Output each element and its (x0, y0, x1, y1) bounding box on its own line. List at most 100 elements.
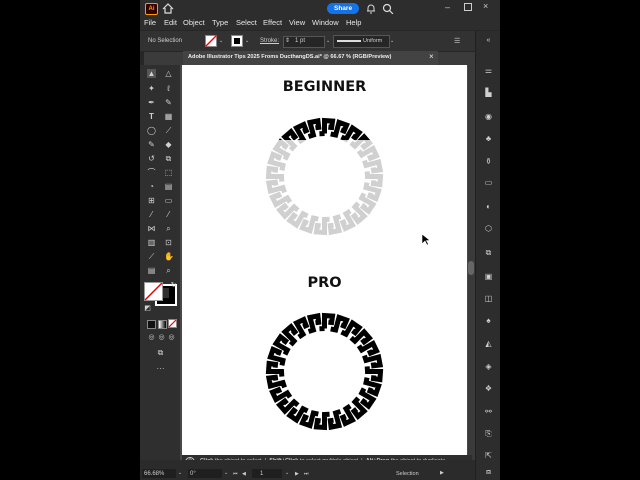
zoom-dropdown-icon[interactable]: ⌄ (178, 470, 182, 476)
last-artboard-icon[interactable]: ⏭ (304, 471, 309, 477)
zoom-tool-icon[interactable]: ⌕ (164, 266, 173, 275)
blend-tool-icon[interactable]: ⋈ (147, 224, 156, 233)
column-graph-tool-icon[interactable]: ▥ (147, 238, 156, 247)
stroke-label[interactable]: Stroke: (260, 38, 279, 44)
shape-builder-tool-icon[interactable]: ◔ (147, 182, 156, 191)
scrollbar-thumb[interactable] (468, 261, 474, 275)
close-window-button[interactable]: × (483, 1, 488, 11)
rotate-view-value[interactable]: 0° (190, 471, 196, 477)
stroke-dropdown-icon[interactable]: ⌄ (245, 38, 249, 44)
control-menu-icon[interactable]: ☰ (454, 37, 460, 45)
screen-mode-icon[interactable]: ⧉ (156, 348, 165, 357)
direct-selection-tool-icon[interactable]: △ (164, 69, 173, 78)
collapse-panels-icon[interactable]: « (483, 35, 494, 46)
gradient-tool-icon[interactable]: ▭ (164, 196, 173, 205)
shaper-tool-icon[interactable]: ✎ (147, 140, 156, 149)
prev-artboard-icon[interactable]: ◀ (242, 471, 246, 477)
selection-tool-icon[interactable]: ▲ (147, 69, 156, 78)
brushes-panel-icon[interactable]: ⚱ (483, 156, 494, 167)
appearance-panel-icon[interactable]: ◐ (483, 201, 494, 212)
rotate-dropdown-icon[interactable]: ⌄ (224, 470, 228, 476)
maximize-button[interactable] (464, 3, 472, 11)
symbol-sprayer-tool-icon[interactable]: ⌕ (164, 224, 173, 233)
artboards-panel-icon[interactable]: ❖ (483, 383, 494, 394)
print-tiling-tool-icon[interactable]: ▤ (147, 266, 156, 275)
swatches-panel-icon[interactable]: ♣ (483, 133, 494, 144)
stroke-stepper-icon[interactable]: ⇕ (285, 37, 290, 44)
curvature-tool-icon[interactable]: ✎ (164, 98, 173, 107)
menu-file[interactable]: File (144, 18, 156, 27)
magic-wand-tool-icon[interactable]: ✦ (147, 84, 156, 93)
links-panel-icon[interactable]: ⚯ (483, 406, 494, 417)
3d-panel-icon[interactable]: ⬡ (483, 223, 494, 234)
fill-swatch[interactable] (205, 35, 217, 47)
eyedropper-tool-icon[interactable]: ⁄ (147, 210, 156, 219)
artboard-dropdown-icon[interactable]: ⌄ (285, 470, 289, 476)
profile-dropdown-icon[interactable]: ⌄ (390, 38, 394, 44)
hand-tool-icon[interactable]: ✋ (164, 252, 174, 261)
fill-dropdown-icon[interactable]: ⌄ (219, 38, 223, 44)
menu-effect[interactable]: Effect (263, 18, 282, 27)
eraser-tool-icon[interactable]: ◆ (164, 140, 173, 149)
free-transform-tool-icon[interactable]: ⬚ (164, 168, 173, 177)
rotate-tool-icon[interactable]: ↺ (147, 154, 156, 163)
first-artboard-icon[interactable]: ⏮ (233, 471, 238, 477)
line-segment-tool-icon[interactable]: ▦ (164, 112, 173, 121)
gradient-mode-icon[interactable] (158, 320, 167, 329)
mesh-tool-icon[interactable]: ⊞ (147, 196, 156, 205)
menu-object[interactable]: Object (183, 18, 205, 27)
slice-tool-icon[interactable]: ⟋ (147, 252, 156, 261)
paintbrush-tool-icon[interactable]: ⟋ (164, 126, 173, 135)
layers-panel-icon[interactable]: ◈ (483, 361, 494, 372)
warp-tool-icon[interactable]: ⌒ (147, 168, 156, 177)
fill-color-box[interactable] (144, 282, 163, 301)
color-panel-icon[interactable]: ◉ (483, 111, 494, 122)
document-tab-close[interactable]: × (429, 52, 434, 61)
graphic-styles-panel-icon[interactable]: ▣ (483, 271, 494, 282)
transform-panel-icon[interactable]: ⧉ (483, 247, 494, 258)
ellipse-tool-icon[interactable]: ◯ (147, 126, 156, 135)
status-mode[interactable]: Selection (396, 471, 419, 477)
measure-tool-icon[interactable]: ⁄ (164, 210, 173, 219)
perspective-grid-tool-icon[interactable]: ▤ (164, 182, 173, 191)
menu-view[interactable]: View (289, 18, 305, 27)
share-button[interactable]: Share (327, 3, 360, 14)
lasso-tool-icon[interactable]: ℓ (164, 84, 173, 93)
type-tool-icon[interactable]: T (147, 112, 156, 121)
pen-tool-icon[interactable]: ✒ (147, 98, 156, 107)
beginner-greek-key-ring[interactable] (256, 108, 393, 245)
menu-help[interactable]: Help (346, 18, 361, 27)
zoom-level[interactable]: 66.68% (144, 471, 164, 477)
draw-behind-icon[interactable]: ◎ (157, 333, 166, 342)
align-panel-icon[interactable]: ▙ (483, 87, 494, 98)
pathfinder-panel-icon[interactable]: ◫ (483, 293, 494, 304)
default-fill-stroke-icon[interactable]: ◩ (143, 304, 152, 313)
asset-export-panel-icon[interactable]: ⎘ (483, 428, 494, 439)
next-artboard-icon[interactable]: ▶ (295, 471, 299, 477)
vertical-scrollbar[interactable] (468, 65, 474, 460)
more-tools-icon[interactable]: ··· (156, 364, 165, 373)
artboard-tool-icon[interactable]: ⊡ (164, 238, 173, 247)
scale-tool-icon[interactable]: ⧉ (164, 154, 173, 163)
home-icon[interactable] (162, 3, 174, 14)
gradient-panel-icon[interactable]: ▭ (483, 177, 494, 188)
status-arrow-icon[interactable]: ▶ (440, 470, 444, 476)
libraries-panel-icon[interactable]: ⧈ (483, 466, 494, 477)
stroke-weight-dropdown-icon[interactable]: ⌄ (326, 38, 330, 44)
none-mode-icon[interactable] (168, 319, 177, 328)
menu-select[interactable]: Select (236, 18, 257, 27)
bell-icon[interactable] (365, 3, 377, 14)
menu-type[interactable]: Type (212, 18, 228, 27)
search-icon[interactable] (382, 3, 394, 14)
artboard[interactable]: BEGINNER PRO (182, 65, 467, 455)
menu-window[interactable]: Window (312, 18, 339, 27)
transparency-panel-icon[interactable]: ◭ (483, 338, 494, 349)
minimize-button[interactable]: – (445, 2, 450, 12)
stroke-weight-value[interactable]: 1 pt (295, 38, 305, 44)
export-panel-icon[interactable]: ⇱ (483, 450, 494, 461)
stroke-swatch[interactable] (231, 35, 243, 47)
properties-panel-icon[interactable]: ⚌ (483, 65, 494, 76)
swap-fill-stroke-icon[interactable]: ↻ (169, 281, 178, 290)
artboard-number[interactable]: 1 (260, 471, 263, 477)
symbols-panel-icon[interactable]: ♠ (483, 315, 494, 326)
